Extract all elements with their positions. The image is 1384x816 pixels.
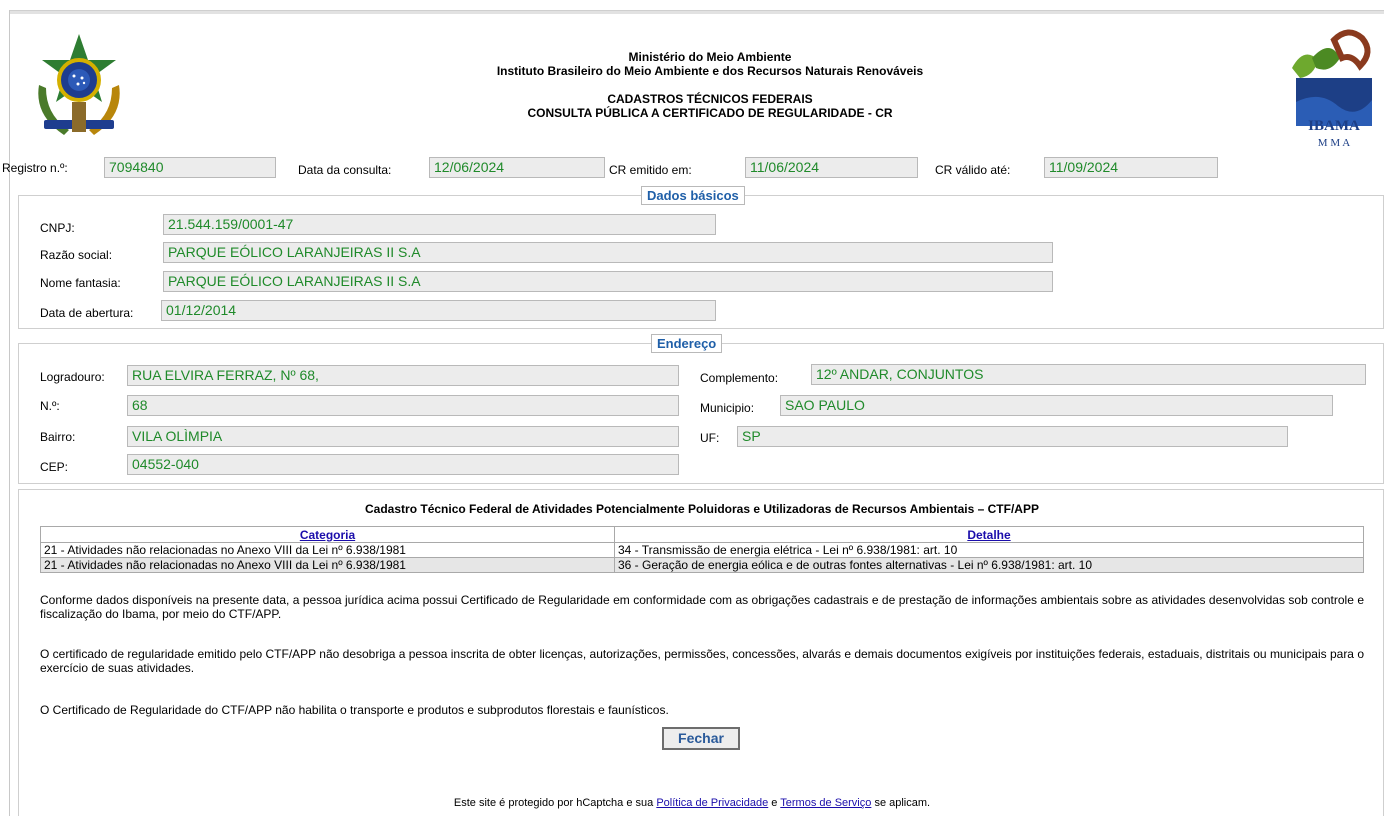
- nome-fantasia-label: Nome fantasia:: [40, 276, 121, 290]
- footer-suffix: se aplicam.: [874, 797, 931, 809]
- razao-social-field: PARQUE EÓLICO LARANJEIRAS II S.A: [163, 242, 1053, 263]
- regularidade-paragraph: Conforme dados disponíveis na presente d…: [40, 593, 1364, 621]
- cr-emitido-field: 11/06/2024: [745, 157, 918, 178]
- registro-label: Registro n.º:: [2, 161, 68, 175]
- table-row: 21 - Atividades não relacionadas no Anex…: [40, 542, 1364, 558]
- detalhe-cell: 36 - Geração de energia eólica e de outr…: [614, 557, 1364, 573]
- data-consulta-label: Data da consulta:: [298, 163, 392, 177]
- municipio-field: SAO PAULO: [780, 395, 1333, 416]
- categoria-cell: 21 - Atividades não relacionadas no Anex…: [40, 557, 615, 573]
- complemento-field: 12º ANDAR, CONJUNTOS: [811, 364, 1366, 385]
- numero-field: 68: [127, 395, 679, 416]
- licencas-paragraph: O certificado de regularidade emitido pe…: [40, 647, 1364, 675]
- data-consulta-field: 12/06/2024: [429, 157, 605, 178]
- top-border: [10, 10, 1384, 14]
- ctf-title: Cadastro Técnico Federal de Atividades P…: [365, 502, 1039, 516]
- numero-label: N.º:: [40, 399, 60, 413]
- data-abertura-label: Data de abertura:: [40, 306, 134, 320]
- detalhe-cell: 34 - Transmissão de energia elétrica - L…: [614, 542, 1364, 558]
- dados-basicos-legend: Dados básicos: [641, 186, 745, 205]
- categoria-cell: 21 - Atividades não relacionadas no Anex…: [40, 542, 615, 558]
- cep-field: 04552-040: [127, 454, 679, 475]
- uf-label: UF:: [700, 431, 720, 445]
- cr-valido-label: CR válido até:: [935, 163, 1011, 177]
- fechar-button[interactable]: Fechar: [662, 727, 740, 750]
- uf-field: SP: [737, 426, 1288, 447]
- header-consulta: CONSULTA PÚBLICA A CERTIFICADO DE REGULA…: [527, 106, 893, 120]
- endereco-legend: Endereço: [651, 334, 723, 353]
- footer: Este site é protegido por hCaptcha e sua…: [0, 797, 1384, 809]
- razao-social-label: Razão social:: [40, 248, 113, 262]
- cep-label: CEP:: [40, 460, 69, 474]
- logradouro-label: Logradouro:: [40, 370, 105, 384]
- cnpj-field: 21.544.159/0001-47: [163, 214, 716, 235]
- data-abertura-field: 01/12/2014: [161, 300, 716, 321]
- ibama-logo-subtext: M M A: [1318, 137, 1350, 148]
- footer-prefix: Este site é protegido por hCaptcha e sua: [453, 797, 654, 809]
- complemento-label: Complemento:: [700, 371, 779, 385]
- page-header: Ministério do Meio Ambiente Instituto Br…: [380, 50, 1040, 120]
- cr-emitido-label: CR emitido em:: [609, 163, 692, 177]
- brazil-coat-of-arms-icon: [38, 34, 120, 135]
- cnpj-label: CNPJ:: [40, 221, 75, 235]
- header-institute: Instituto Brasileiro do Meio Ambiente e …: [496, 64, 924, 78]
- bairro-field: VILA OLÌMPIA: [127, 426, 679, 447]
- left-border: [9, 10, 10, 816]
- nome-fantasia-field: PARQUE EÓLICO LARANJEIRAS II S.A: [163, 271, 1053, 292]
- terms-of-service-link[interactable]: Termos de Serviço: [780, 797, 871, 809]
- municipio-label: Municipio:: [700, 401, 755, 415]
- transporte-paragraph: O Certificado de Regularidade do CTF/APP…: [40, 703, 669, 717]
- column-header-detalhe[interactable]: Detalhe: [614, 526, 1364, 543]
- header-ministry: Ministério do Meio Ambiente: [628, 50, 792, 64]
- ctf-table: Categoria Detalhe 21 - Atividades não re…: [40, 526, 1364, 573]
- ctf-table-header: Categoria Detalhe: [40, 526, 1364, 543]
- footer-conj: e: [771, 797, 778, 809]
- bairro-label: Bairro:: [40, 430, 76, 444]
- ibama-logo-icon: IBAMA M M A: [1292, 29, 1372, 148]
- header-cadastros: CADASTROS TÉCNICOS FEDERAIS: [607, 92, 813, 106]
- privacy-policy-link[interactable]: Política de Privacidade: [656, 797, 768, 809]
- table-row: 21 - Atividades não relacionadas no Anex…: [40, 557, 1364, 573]
- logradouro-field: RUA ELVIRA FERRAZ, Nº 68,: [127, 365, 679, 386]
- column-header-categoria[interactable]: Categoria: [40, 526, 615, 543]
- registro-field: 7094840: [104, 157, 276, 178]
- cr-valido-field: 11/09/2024: [1044, 157, 1218, 178]
- ibama-logo-text: IBAMA: [1308, 118, 1360, 134]
